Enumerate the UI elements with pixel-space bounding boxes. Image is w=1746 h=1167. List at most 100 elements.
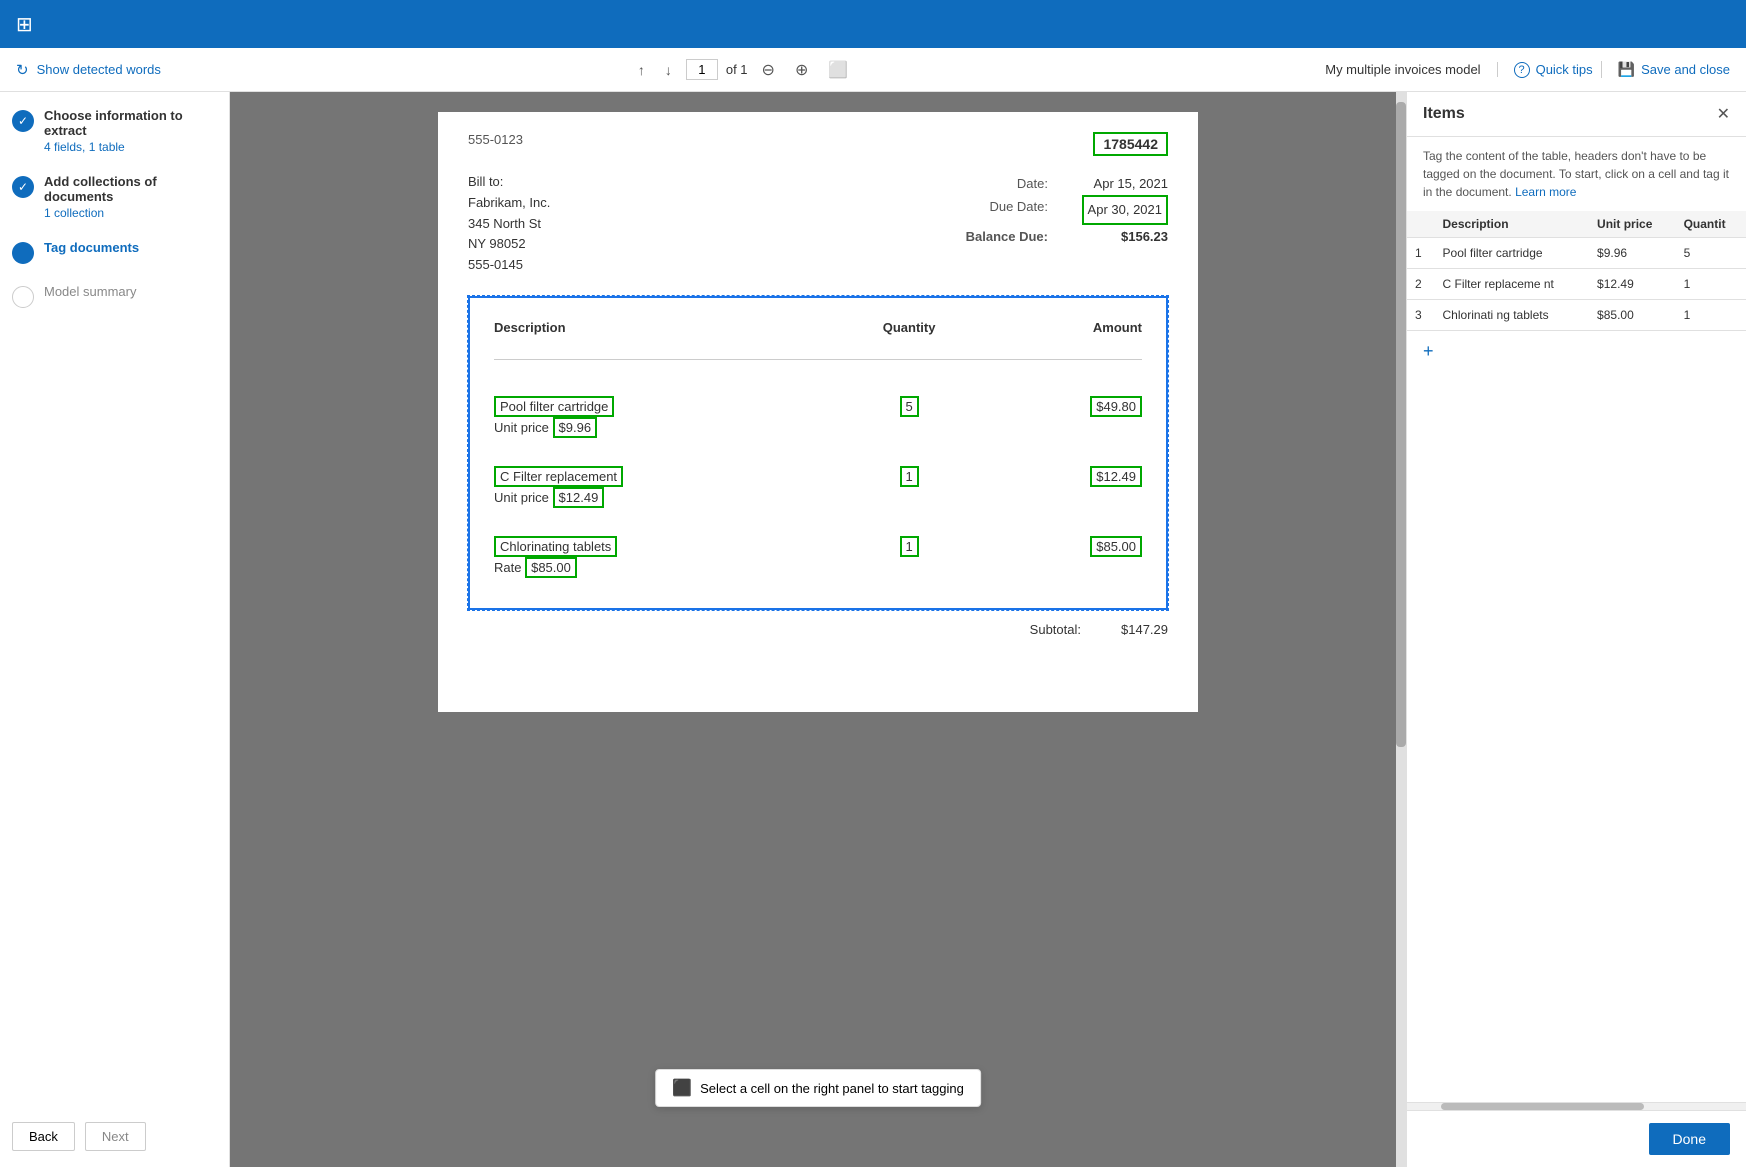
fit-page-btn[interactable]: ⬜ <box>822 58 854 82</box>
invoice-number-box: 1785442 <box>1093 132 1168 156</box>
row3-panel-desc[interactable]: Chlorinati ng tablets <box>1435 300 1590 331</box>
doc-scroll[interactable]: 555-0123 1785442 Bill to: Fabrikam, Inc.… <box>230 92 1406 1167</box>
date-val: Apr 15, 2021 <box>1078 172 1168 195</box>
balance-val: $156.23 <box>1078 225 1168 248</box>
subheader: ↻ Show detected words ↑ ↓ of 1 ⊖ ⊕ ⬜ My … <box>0 48 1746 92</box>
list-item: 2 C Filter replaceme nt $12.49 1 <box>1407 269 1746 300</box>
page-number-input[interactable] <box>686 59 718 80</box>
doc-scrollbar-thumb <box>1396 102 1406 747</box>
save-close-btn[interactable]: 💾 Save and close <box>1601 61 1730 78</box>
step-1-label: Choose information to extract <box>44 108 217 138</box>
table-row: Pool filter cartridge Unit price $9.96 5… <box>486 382 1150 452</box>
date-label: Date: <box>1017 172 1048 195</box>
list-item: 3 Chlorinati ng tablets $85.00 1 <box>1407 300 1746 331</box>
balance-row: Balance Due: $156.23 <box>966 225 1168 248</box>
right-panel: Items ✕ Tag the content of the table, he… <box>1406 92 1746 1167</box>
row3-desc-tagged: Chlorinating tablets <box>494 536 617 557</box>
balance-label: Balance Due: <box>966 225 1048 248</box>
row2-panel-price[interactable]: $12.49 <box>1589 269 1676 300</box>
save-icon: 💾 <box>1618 61 1635 78</box>
bottom-buttons: Back Next <box>12 1122 217 1151</box>
row2-panel-desc[interactable]: C Filter replaceme nt <box>1435 269 1590 300</box>
done-button[interactable]: Done <box>1649 1123 1730 1155</box>
subtotal-val: $147.29 <box>1121 622 1168 637</box>
row2-unit-label: Unit price <box>494 490 549 505</box>
row2-desc-tagged: C Filter replacement <box>494 466 623 487</box>
save-close-label: Save and close <box>1641 62 1730 77</box>
table-row: C Filter replacement Unit price $12.49 1… <box>486 452 1150 522</box>
due-date-row: Due Date: Apr 30, 2021 <box>966 195 1168 224</box>
panel-footer: Done <box>1407 1110 1746 1167</box>
show-words-label: Show detected words <box>37 62 161 77</box>
row2-panel-qty[interactable]: 1 <box>1676 269 1746 300</box>
show-detected-words-btn[interactable]: ↻ Show detected words <box>16 61 161 79</box>
row1-panel-desc[interactable]: Pool filter cartridge <box>1435 238 1590 269</box>
col-description: Description <box>486 314 828 341</box>
step-1-sub: 4 fields, 1 table <box>44 140 217 154</box>
step-4-label: Model summary <box>44 284 136 299</box>
header-right-section: My multiple invoices model ? Quick tips … <box>1325 61 1730 78</box>
refresh-icon: ↻ <box>16 61 29 79</box>
step-2-sub: 1 collection <box>44 206 217 220</box>
step-4: Model summary <box>12 284 217 308</box>
row1-desc-cell: Pool filter cartridge Unit price $9.96 <box>486 382 828 452</box>
col-quantity-header: Quantit <box>1676 211 1746 238</box>
topbar: ⊞ <box>0 0 1746 48</box>
row3-num: 3 <box>1407 300 1435 331</box>
col-unitprice-header: Unit price <box>1589 211 1676 238</box>
quick-tips-btn[interactable]: ? Quick tips <box>1514 62 1593 78</box>
row3-unit-label: Rate <box>494 560 521 575</box>
row3-amount-cell: $85.00 <box>990 522 1150 592</box>
question-icon: ? <box>1514 62 1530 78</box>
address2: NY 98052 <box>468 234 550 255</box>
learn-more-link[interactable]: Learn more <box>1515 185 1576 199</box>
tooltip-icon: ⬛ <box>672 1078 692 1098</box>
step-2-circle: ✓ <box>12 176 34 198</box>
row3-qty-tagged: 1 <box>900 536 919 557</box>
step-3-circle <box>12 242 34 264</box>
col-description-header: Description <box>1435 211 1590 238</box>
row1-price-tagged: $9.96 <box>553 417 598 438</box>
step-3-label: Tag documents <box>44 240 139 255</box>
step-1: ✓ Choose information to extract 4 fields… <box>12 108 217 154</box>
row1-unit-label: Unit price <box>494 420 549 435</box>
panel-title: Items <box>1423 105 1465 123</box>
prev-page-btn[interactable]: ↑ <box>632 60 651 80</box>
col-amount: Amount <box>990 314 1150 341</box>
next-page-btn[interactable]: ↓ <box>659 60 678 80</box>
row3-panel-qty[interactable]: 1 <box>1676 300 1746 331</box>
subtotal-section: Subtotal: $147.29 <box>468 622 1168 637</box>
row1-amount-cell: $49.80 <box>990 382 1150 452</box>
panel-description: Tag the content of the table, headers do… <box>1407 137 1746 211</box>
pagination-controls: ↑ ↓ of 1 ⊖ ⊕ ⬜ <box>632 58 854 82</box>
row1-num: 1 <box>1407 238 1435 269</box>
phone2: 555-0145 <box>468 255 550 276</box>
invoice-table: Description Quantity Amount Pool filter … <box>486 314 1150 592</box>
due-date-box: Apr 30, 2021 <box>1082 195 1168 224</box>
zoom-out-btn[interactable]: ⊖ <box>756 58 781 82</box>
row3-qty-cell: 1 <box>828 522 990 592</box>
panel-close-btn[interactable]: ✕ <box>1717 104 1730 124</box>
row3-panel-price[interactable]: $85.00 <box>1589 300 1676 331</box>
step-2: ✓ Add collections of documents 1 collect… <box>12 174 217 220</box>
step-4-circle <box>12 286 34 308</box>
zoom-in-btn[interactable]: ⊕ <box>789 58 814 82</box>
due-date-label: Due Date: <box>989 195 1048 224</box>
row1-panel-qty[interactable]: 5 <box>1676 238 1746 269</box>
invoice-table-wrapper: Description Quantity Amount Pool filter … <box>468 296 1168 610</box>
back-button[interactable]: Back <box>12 1122 75 1151</box>
bill-to-section: Bill to: Fabrikam, Inc. 345 North St NY … <box>468 172 550 276</box>
panel-header: Items ✕ <box>1407 92 1746 137</box>
doc-scrollbar[interactable] <box>1396 92 1406 1167</box>
panel-scroll[interactable]: Description Unit price Quantit 1 Pool fi… <box>1407 211 1746 1102</box>
row1-panel-price[interactable]: $9.96 <box>1589 238 1676 269</box>
total-pages: of 1 <box>726 62 748 77</box>
row2-qty-tagged: 1 <box>900 466 919 487</box>
panel-horizontal-scrollbar[interactable] <box>1407 1102 1746 1110</box>
next-button[interactable]: Next <box>85 1122 146 1151</box>
row2-price-tagged: $12.49 <box>553 487 605 508</box>
add-row-btn[interactable]: + <box>1407 331 1450 372</box>
document-area: 555-0123 1785442 Bill to: Fabrikam, Inc.… <box>230 92 1406 1167</box>
sidebar: ✓ Choose information to extract 4 fields… <box>0 92 230 1167</box>
grid-icon[interactable]: ⊞ <box>16 12 33 37</box>
